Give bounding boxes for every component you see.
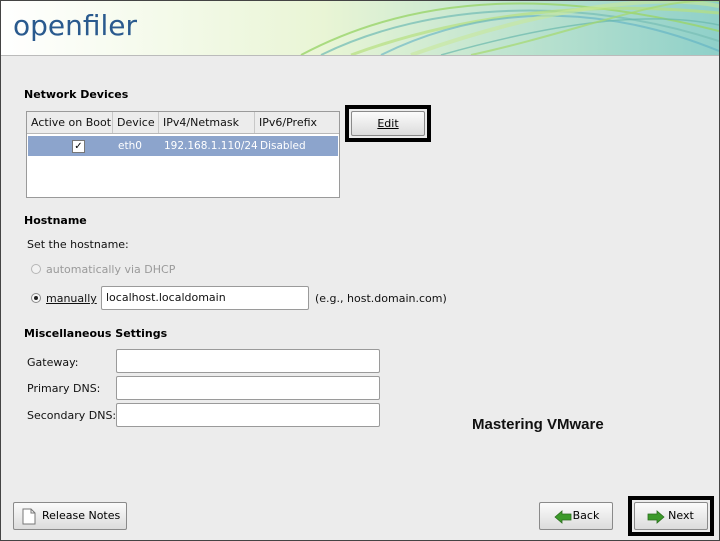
installer-window: openfiler Network Devices Active on Boot…: [0, 0, 720, 541]
checkbox-checked-icon[interactable]: ✓: [72, 140, 85, 153]
gateway-label: Gateway:: [27, 356, 79, 369]
column-ipv6[interactable]: IPv6/Prefix: [255, 112, 339, 133]
network-devices-title: Network Devices: [24, 88, 129, 101]
back-label: Back: [572, 509, 600, 522]
next-label: Next: [668, 509, 694, 522]
hostname-title: Hostname: [24, 214, 87, 227]
release-notes-label: Release Notes: [42, 509, 121, 522]
dhcp-radio[interactable]: [31, 264, 41, 274]
primary-dns-input[interactable]: [116, 376, 380, 400]
release-notes-button[interactable]: Release Notes: [13, 502, 127, 530]
secondary-dns-label: Secondary DNS:: [27, 409, 117, 422]
primary-dns-label: Primary DNS:: [27, 382, 101, 395]
hostname-input[interactable]: localhost.localdomain: [101, 286, 309, 310]
misc-settings-title: Miscellaneous Settings: [24, 327, 168, 340]
next-button[interactable]: Next: [634, 502, 708, 530]
hostname-prompt: Set the hostname:: [27, 238, 129, 251]
table-row[interactable]: ✓ eth0 192.168.1.110/24 Disabled: [28, 136, 338, 156]
gateway-input[interactable]: [116, 349, 380, 373]
row-ipv6: Disabled: [260, 140, 306, 152]
edit-button-label: Edit: [377, 117, 399, 130]
next-arrow-icon: [647, 510, 665, 524]
watermark-text: Mastering VMware: [472, 416, 604, 433]
column-ipv4[interactable]: IPv4/Netmask: [159, 112, 255, 133]
hostname-hint: (e.g., host.domain.com): [315, 292, 447, 305]
back-button[interactable]: Back: [539, 502, 613, 530]
column-device[interactable]: Device: [113, 112, 159, 133]
header-banner: openfiler: [1, 1, 719, 56]
row-ipv4: 192.168.1.110/24: [164, 140, 258, 152]
column-active-on-boot[interactable]: Active on Boot: [27, 112, 113, 133]
network-devices-table[interactable]: Active on Boot Device IPv4/Netmask IPv6/…: [26, 111, 340, 198]
table-header: Active on Boot Device IPv4/Netmask IPv6/…: [27, 112, 339, 134]
dhcp-label: automatically via DHCP: [46, 263, 176, 276]
secondary-dns-input[interactable]: [116, 403, 380, 427]
document-icon: [22, 508, 36, 525]
edit-button[interactable]: Edit: [351, 111, 425, 136]
manual-label: manually: [46, 292, 97, 305]
manual-radio[interactable]: [31, 293, 41, 303]
openfiler-logo: openfiler: [13, 9, 138, 42]
row-device: eth0: [118, 140, 142, 152]
back-arrow-icon: [554, 510, 572, 524]
